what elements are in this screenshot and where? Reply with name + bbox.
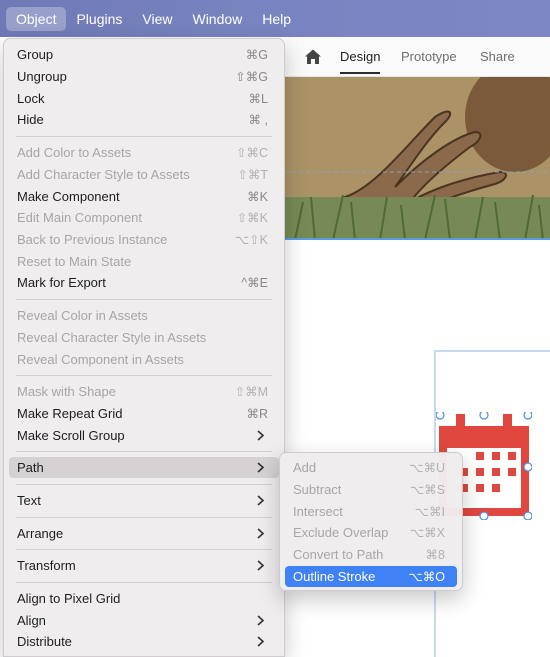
menu-item-make-component[interactable]: Make Component ⌘K xyxy=(9,186,279,207)
chevron-right-icon xyxy=(257,462,265,473)
menu-item-add-character-style: Add Character Style to Assets ⇧⌘T xyxy=(17,167,268,182)
menu-item-add-color-to-assets: Add Color to Assets ⇧⌘C xyxy=(17,145,268,160)
menu-item-back-to-previous-instance: Back to Previous Instance ⌥⇧K xyxy=(17,232,268,247)
menu-separator xyxy=(16,582,272,583)
menu-separator xyxy=(16,136,272,137)
menu-item-mask-with-shape: Mask with Shape ⇧⌘M xyxy=(17,384,268,399)
artwork-illustration xyxy=(285,77,550,238)
menu-separator xyxy=(16,299,272,300)
menu-item-hide[interactable]: Hide ⌘ , xyxy=(9,109,279,130)
menu-separator xyxy=(16,517,272,518)
object-menu: Group ⌘G Ungroup ⇧⌘G Lock ⌘L Hide ⌘ , Ad… xyxy=(3,38,285,657)
menu-separator xyxy=(16,549,272,550)
tab-prototype[interactable]: Prototype xyxy=(401,49,457,64)
chevron-right-icon xyxy=(257,528,265,539)
tab-design[interactable]: Design xyxy=(340,49,381,74)
menu-item-align-to-pixel-grid[interactable]: Align to Pixel Grid xyxy=(9,588,279,609)
chevron-right-icon xyxy=(257,495,265,506)
menu-item-reset-to-main-state: Reset to Main State xyxy=(17,254,132,269)
chevron-right-icon xyxy=(257,560,265,571)
menu-item-reveal-character-style: Reveal Character Style in Assets xyxy=(17,330,207,345)
menu-separator xyxy=(16,484,272,485)
submenu-item-outline-stroke[interactable]: Outline Stroke ⌥⌘O xyxy=(285,566,457,587)
submenu-item-add: Add ⌥⌘U xyxy=(293,460,445,475)
menu-item-distribute[interactable]: Distribute xyxy=(9,631,279,652)
submenu-item-convert-to-path: Convert to Path ⌘8 xyxy=(293,547,445,562)
menu-item-arrange[interactable]: Arrange xyxy=(9,523,279,544)
menubar-plugins[interactable]: Plugins xyxy=(66,7,132,31)
submenu-item-exclude-overlap: Exclude Overlap ⌥⌘X xyxy=(293,525,445,540)
menu-item-mark-for-export[interactable]: Mark for Export ^⌘E xyxy=(9,272,279,293)
menubar-window[interactable]: Window xyxy=(182,7,252,31)
menu-separator xyxy=(16,451,272,452)
app-toolbar: Design Prototype Share xyxy=(285,37,550,77)
menu-item-reveal-component: Reveal Component in Assets xyxy=(17,352,184,367)
submenu-item-subtract: Subtract ⌥⌘S xyxy=(293,482,445,497)
tab-share[interactable]: Share xyxy=(480,49,515,64)
menu-separator xyxy=(16,375,272,376)
chevron-right-icon xyxy=(257,615,265,626)
menu-item-group[interactable]: Group ⌘G xyxy=(9,44,279,65)
path-submenu: Add ⌥⌘U Subtract ⌥⌘S Intersect ⌥⌘I Exclu… xyxy=(279,452,463,591)
menubar-view[interactable]: View xyxy=(132,7,182,31)
menu-item-ungroup[interactable]: Ungroup ⇧⌘G xyxy=(9,66,279,87)
menu-item-reveal-color: Reveal Color in Assets xyxy=(17,308,148,323)
canvas-artwork-image[interactable] xyxy=(285,77,550,240)
menu-item-transform[interactable]: Transform xyxy=(9,555,279,576)
menu-item-path[interactable]: Path xyxy=(9,457,279,478)
menu-item-edit-main-component: Edit Main Component ⇧⌘K xyxy=(17,210,268,225)
home-icon[interactable] xyxy=(304,48,322,66)
menu-item-align[interactable]: Align xyxy=(9,610,279,631)
menu-item-make-scroll-group[interactable]: Make Scroll Group xyxy=(9,425,279,446)
macos-menu-bar: Object Plugins View Window Help xyxy=(0,0,550,37)
chevron-right-icon xyxy=(257,636,265,647)
menu-item-lock[interactable]: Lock ⌘L xyxy=(9,88,279,109)
menubar-object[interactable]: Object xyxy=(6,6,67,31)
menubar-help[interactable]: Help xyxy=(252,7,301,31)
submenu-item-intersect: Intersect ⌥⌘I xyxy=(293,504,445,519)
menu-item-text[interactable]: Text xyxy=(9,490,279,511)
menu-item-make-repeat-grid[interactable]: Make Repeat Grid ⌘R xyxy=(9,403,279,424)
chevron-right-icon xyxy=(257,430,265,441)
